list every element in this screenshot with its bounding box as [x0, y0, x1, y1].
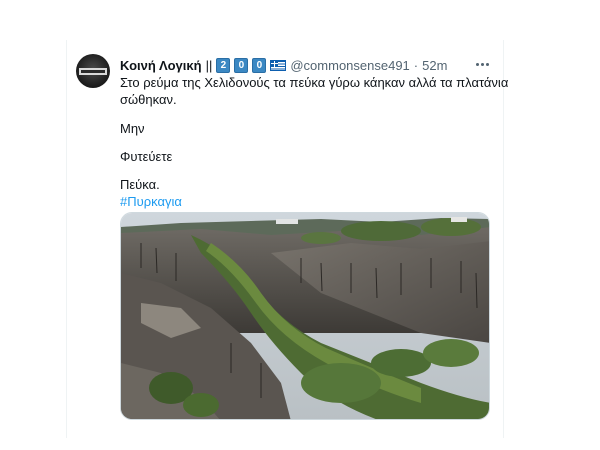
author-handle[interactable]: @commonsense491 [290, 58, 409, 73]
tweet-text-line-2: σώθηκαν. [120, 92, 177, 107]
greek-flag-icon [270, 59, 287, 71]
tweet-text-line-5: Πεύκα. [120, 177, 160, 192]
avatar-logo-text [81, 70, 105, 73]
tweet-photo[interactable] [120, 212, 490, 420]
tweet-text-line-4: Φυτεύετε [120, 149, 173, 164]
meta-dot: · [413, 57, 419, 73]
tweet-text-line-3: Μην [120, 121, 145, 136]
tweet-time[interactable]: 52m [422, 58, 447, 73]
hashtag-link[interactable]: #Πυρκαγια [120, 193, 182, 210]
tweet-text-line-1: Στο ρεύμα της Χελιδονούς τα πεύκα γύρω κ… [120, 75, 509, 90]
author-avatar[interactable] [76, 54, 110, 88]
number-badge-1: 2 [216, 57, 231, 73]
more-options-icon[interactable] [472, 54, 492, 74]
author-name[interactable]: Κοινή Λογική [120, 58, 202, 73]
number-badge-2: 0 [234, 57, 249, 73]
tweet-header: Κοινή Λογική || 2 0 0 @commonsense491 · … [120, 56, 447, 74]
number-badge-3: 0 [252, 57, 267, 73]
name-separator: || [205, 57, 213, 73]
burned-hillside-ravine-photo [121, 213, 489, 419]
